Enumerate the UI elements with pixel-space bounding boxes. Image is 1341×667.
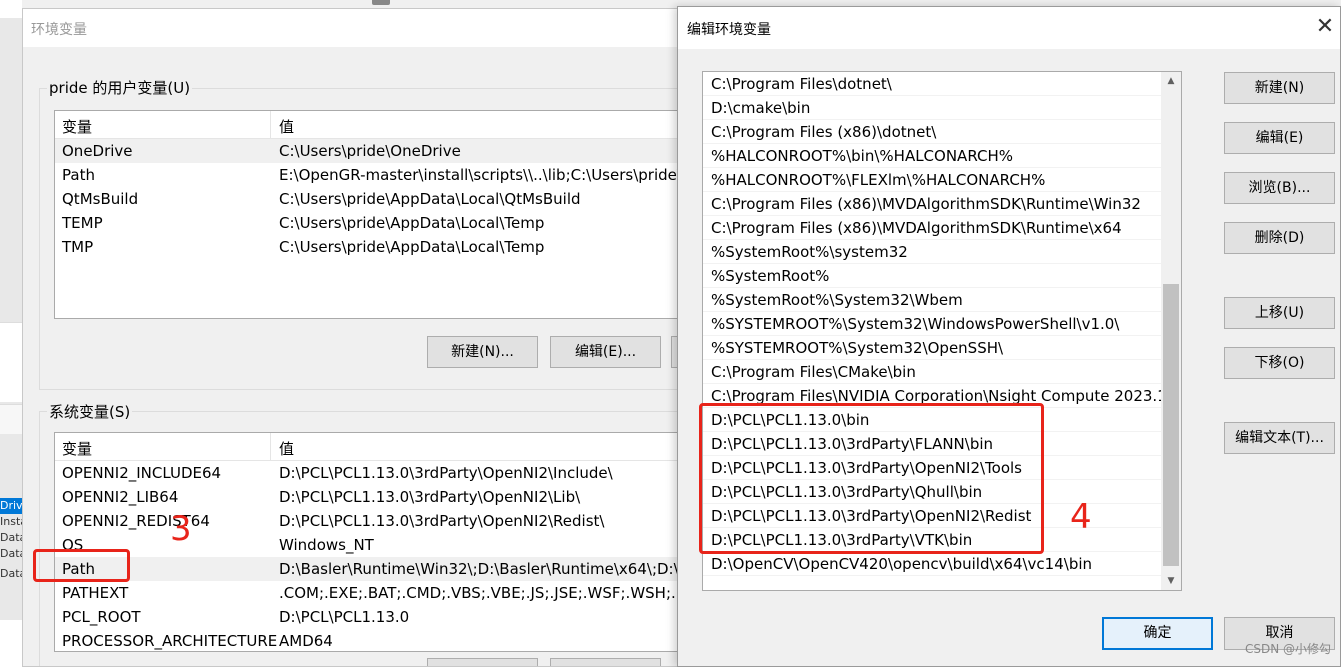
move-down-button[interactable]: 下移(O) (1224, 347, 1335, 379)
col-variable[interactable]: 变量 (62, 438, 92, 459)
col-separator[interactable] (270, 433, 271, 461)
system-var-row[interactable]: OS Windows_NT (55, 533, 681, 557)
path-entry[interactable]: D:\cmake\bin (703, 96, 1161, 120)
system-vars-list[interactable]: 变量 值 OPENNI2_INCLUDE64 D:\PCL\PCL1.13.0\3… (54, 432, 682, 652)
path-entry[interactable]: %HALCONROOT%\bin\%HALCONARCH% (703, 144, 1161, 168)
col-value[interactable]: 值 (279, 438, 294, 459)
browse-button[interactable]: 浏览(B)... (1224, 172, 1335, 204)
var-name: PCL_ROOT (62, 608, 141, 626)
user-vars-header: 变量 值 (55, 111, 681, 139)
scroll-down-icon[interactable]: ▼ (1161, 572, 1181, 590)
path-entry[interactable]: C:\Program Files\CMake\bin (703, 360, 1161, 384)
var-name: PROCESSOR_ARCHITECTURE (62, 632, 278, 650)
user-new-button[interactable]: 新建(N)... (427, 336, 538, 368)
background-panel-header (0, 404, 22, 434)
system-var-row[interactable]: OPENNI2_INCLUDE64 D:\PCL\PCL1.13.0\3rdPar… (55, 461, 681, 485)
var-value: AMD64 (279, 632, 333, 650)
annotation-box-pcl-paths (699, 403, 1044, 554)
col-separator[interactable] (270, 111, 271, 139)
annotation-label-4: 4 (1070, 497, 1092, 537)
var-value: D:\PCL\PCL1.13.0\3rdParty\OpenNI2\Includ… (279, 464, 613, 482)
user-edit-button[interactable]: 编辑(E)... (550, 336, 661, 368)
var-value: C:\Users\pride\OneDrive (279, 142, 461, 160)
background-window: Drive Insta Data Data Data (0, 0, 22, 667)
user-var-row[interactable]: QtMsBuild C:\Users\pride\AppData\Local\Qt… (55, 187, 681, 211)
var-value: D:\PCL\PCL1.13.0\3rdParty\OpenNI2\Lib\ (279, 488, 581, 506)
col-variable[interactable]: 变量 (62, 116, 92, 137)
var-value: Windows_NT (279, 536, 374, 554)
annotation-label-3: 3 (170, 509, 192, 549)
path-entry[interactable]: C:\Program Files (x86)\MVDAlgorithmSDK\R… (703, 192, 1161, 216)
user-vars-label: pride 的用户变量(U) (47, 77, 193, 98)
scroll-up-icon[interactable]: ▲ (1161, 72, 1181, 90)
var-name: QtMsBuild (62, 190, 139, 208)
var-value: E:\OpenGR-master\install\scripts\\..\lib… (279, 166, 681, 184)
var-value: C:\Users\pride\AppData\Local\Temp (279, 214, 545, 232)
background-titlebar (0, 0, 22, 18)
var-value: D:\PCL\PCL1.13.0\3rdParty\OpenNI2\Redist… (279, 512, 605, 530)
edit-button[interactable]: 编辑(E) (1224, 122, 1335, 154)
background-panel (0, 322, 22, 402)
background-list-item[interactable]: Drive (0, 498, 22, 514)
path-list-scrollbar[interactable]: ▲ ▼ (1161, 72, 1181, 590)
annotation-box-path-var (33, 549, 130, 582)
system-new-button[interactable] (427, 658, 538, 666)
user-var-row[interactable]: Path E:\OpenGR-master\install\scripts\\..… (55, 163, 681, 187)
user-var-row[interactable]: TMP C:\Users\pride\AppData\Local\Temp (55, 235, 681, 259)
edit-env-var-dialog: 编辑环境变量 ✕ C:\Program Files\dotnet\ D:\cma… (677, 6, 1341, 667)
var-name: PATHEXT (62, 584, 129, 602)
system-var-row[interactable]: PATHEXT .COM;.EXE;.BAT;.CMD;.VBS;.VBE;.JS… (55, 581, 682, 605)
system-edit-button[interactable] (550, 658, 661, 666)
system-vars-label: 系统变量(S) (47, 401, 133, 422)
path-entry[interactable]: %SystemRoot% (703, 264, 1161, 288)
edit-dialog-title: 编辑环境变量 (687, 22, 771, 38)
background-list-item[interactable]: Data (0, 530, 22, 546)
var-value: D:\Basler\Runtime\Win32\;D:\Basler\Runti… (279, 560, 681, 578)
path-entry[interactable]: %HALCONROOT%\FLEXlm\%HALCONARCH% (703, 168, 1161, 192)
user-var-row[interactable]: OneDrive C:\Users\pride\OneDrive (55, 139, 681, 163)
new-button[interactable]: 新建(N) (1224, 72, 1335, 104)
system-var-row[interactable]: PCL_ROOT D:\PCL\PCL1.13.0 (55, 605, 681, 629)
system-var-row[interactable]: OPENNI2_LIB64 D:\PCL\PCL1.13.0\3rdParty\O… (55, 485, 681, 509)
background-list-item[interactable]: Data (0, 546, 22, 562)
var-name: TMP (62, 238, 94, 256)
col-value[interactable]: 值 (279, 116, 294, 137)
system-vars-header: 变量 值 (55, 433, 681, 461)
path-entry[interactable]: %SYSTEMROOT%\System32\WindowsPowerShell\… (703, 312, 1161, 336)
path-entry[interactable]: C:\Program Files\dotnet\ (703, 72, 1161, 96)
path-entry[interactable]: %SYSTEMROOT%\System32\OpenSSH\ (703, 336, 1161, 360)
path-entry[interactable]: %SystemRoot%\System32\Wbem (703, 288, 1161, 312)
ok-button[interactable]: 确定 (1102, 617, 1213, 650)
move-up-button[interactable]: 上移(U) (1224, 297, 1335, 329)
var-name: Path (62, 166, 95, 184)
watermark: CSDN @小修勾 (1244, 642, 1331, 656)
system-var-row-path[interactable]: Path D:\Basler\Runtime\Win32\;D:\Basler\R… (55, 557, 681, 581)
var-value: .COM;.EXE;.BAT;.CMD;.VBS;.VBE;.JS;.JSE;.… (279, 584, 682, 602)
background-list-item[interactable]: Data (0, 566, 22, 582)
background-list-item[interactable]: Insta (0, 514, 22, 530)
var-value: C:\Users\pride\AppData\Local\Temp (279, 238, 545, 256)
var-value: D:\PCL\PCL1.13.0 (279, 608, 410, 626)
var-name: OneDrive (62, 142, 133, 160)
var-name: TEMP (62, 214, 103, 232)
path-entry[interactable]: D:\OpenCV\OpenCV420\opencv\build\x64\vc1… (703, 552, 1161, 576)
user-vars-list[interactable]: 变量 值 OneDrive C:\Users\pride\OneDrive Pat… (54, 110, 681, 319)
var-name: OPENNI2_INCLUDE64 (62, 464, 222, 482)
user-var-row[interactable]: TEMP C:\Users\pride\AppData\Local\Temp (55, 211, 681, 235)
close-icon[interactable]: ✕ (1310, 7, 1340, 47)
env-dialog-title: 环境变量 (23, 9, 681, 47)
taskbar-icon (372, 0, 390, 5)
edit-text-button[interactable]: 编辑文本(T)... (1224, 422, 1335, 454)
scroll-thumb[interactable] (1163, 284, 1179, 566)
var-value: C:\Users\pride\AppData\Local\QtMsBuild (279, 190, 581, 208)
delete-button[interactable]: 删除(D) (1224, 222, 1335, 254)
edit-dialog-titlebar: 编辑环境变量 ✕ (678, 7, 1340, 49)
path-entry[interactable]: C:\Program Files (x86)\dotnet\ (703, 120, 1161, 144)
system-var-row[interactable]: OPENNI2_REDIST64 D:\PCL\PCL1.13.0\3rdPart… (55, 509, 681, 533)
background-footer (0, 620, 22, 667)
path-entry[interactable]: %SystemRoot%\system32 (703, 240, 1161, 264)
path-entry[interactable]: C:\Program Files (x86)\MVDAlgorithmSDK\R… (703, 216, 1161, 240)
system-var-row[interactable]: PROCESSOR_ARCHITECTURE AMD64 (55, 629, 681, 651)
var-name: OPENNI2_LIB64 (62, 488, 179, 506)
